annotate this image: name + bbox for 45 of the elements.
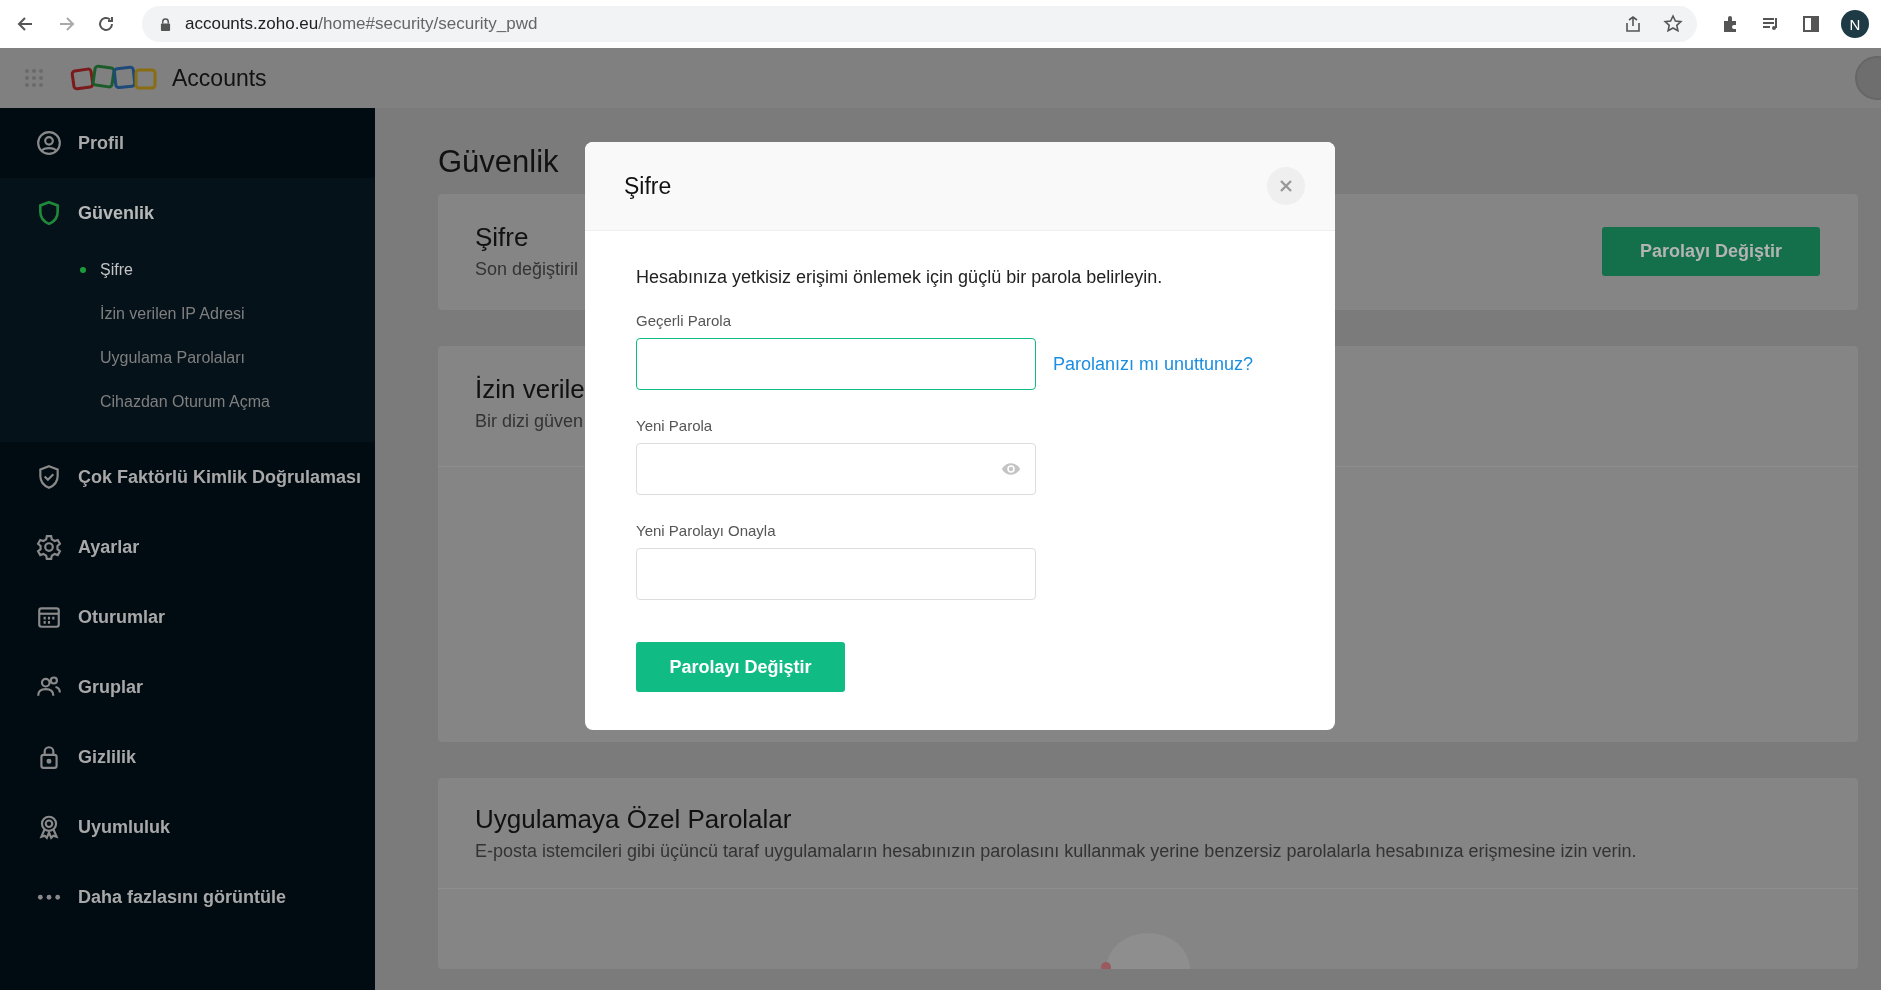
password-field[interactable]	[636, 338, 1036, 390]
profile-avatar[interactable]: N	[1841, 10, 1869, 38]
shield-check-icon	[36, 464, 62, 490]
close-button[interactable]	[1267, 167, 1305, 205]
active-dot-icon	[80, 267, 86, 273]
more-icon	[36, 893, 62, 901]
eye-icon[interactable]	[1001, 462, 1021, 476]
sidebar-subitem[interactable]: İzin verilen IP Adresi	[0, 292, 375, 336]
sidebar-item[interactable]: Uyumluluk	[0, 792, 375, 862]
forgot-password-link[interactable]: Parolanızı mı unuttunuz?	[1053, 353, 1254, 375]
card-title: Uygulamaya Özel Parolalar	[475, 804, 793, 835]
card-description: E-posta istemcileri gibi üçüncü taraf uygulamaların hesabınızın parolasını kullanmak yerine benzersiz parolalarla hesabınıza erişmesine izin verin.	[475, 841, 1637, 862]
sidebar-subitem[interactable]: Uygulama Parolaları	[0, 336, 375, 380]
sidebar-subitem[interactable]: Cihazdan Oturum Açma	[0, 380, 375, 424]
sidebar-item[interactable]: Profil	[0, 108, 375, 178]
dialog-title: Şifre	[624, 172, 672, 200]
star-icon[interactable]	[1663, 14, 1683, 34]
sidebar-item[interactable]: Ayarlar	[0, 512, 375, 582]
gear-icon	[36, 534, 62, 560]
share-icon[interactable]	[1623, 14, 1643, 34]
field-label: Geçerli Parola	[636, 312, 733, 329]
sidebar-subitem[interactable]: Şifre	[0, 248, 375, 292]
shield-icon	[36, 200, 62, 226]
side-panel-icon[interactable]	[1801, 14, 1821, 34]
app-title: Accounts	[172, 64, 267, 92]
sidebar-item[interactable]: Oturumlar	[0, 582, 375, 652]
sidebar-item[interactable]: Çok Faktörlü Kimlik Doğrulaması	[0, 442, 375, 512]
sidebar-item[interactable]: Gizlilik	[0, 722, 375, 792]
page-title: Güvenlik	[438, 144, 560, 180]
sidebar-item[interactable]: Daha fazlasını görüntüle	[0, 862, 375, 932]
field-label: Yeni Parolayı Onayla	[636, 522, 777, 539]
sidebar-item[interactable]: Güvenlik	[0, 178, 375, 248]
address-bar[interactable]: accounts.zoho.eu/home#security/security_pwd	[142, 6, 1697, 42]
card-description: Son değiştiril	[475, 259, 579, 280]
dialog-description: Hesabınıza yetkisiz erişimi önlemek için güçlü bir parola belirleyin.	[636, 267, 1164, 288]
card-title: Şifre	[475, 222, 530, 253]
close-icon[interactable]	[1279, 179, 1293, 193]
field-label: Yeni Parola	[636, 417, 714, 434]
reload-icon[interactable]	[96, 14, 116, 34]
card-title: İzin verile	[475, 374, 585, 405]
lock-icon	[160, 17, 171, 31]
calendar-icon	[36, 604, 62, 630]
profile-icon	[36, 130, 62, 156]
card-description: Bir dizi güven	[475, 411, 585, 432]
sidebar-item[interactable]: Gruplar	[0, 652, 375, 722]
